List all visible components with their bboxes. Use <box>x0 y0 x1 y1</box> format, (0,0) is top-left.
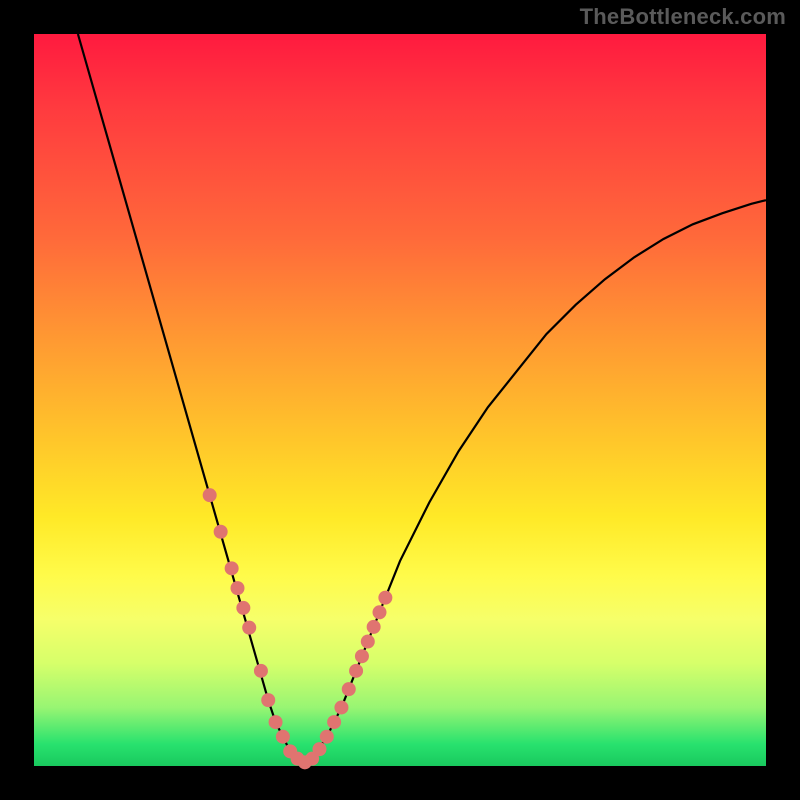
highlight-marker-group <box>203 488 393 769</box>
chart-svg <box>34 34 766 766</box>
highlight-marker <box>254 664 268 678</box>
highlight-marker <box>327 715 341 729</box>
highlight-marker <box>203 488 217 502</box>
highlight-marker <box>334 700 348 714</box>
highlight-marker <box>349 664 363 678</box>
highlight-marker <box>236 601 250 615</box>
highlight-marker <box>231 581 245 595</box>
highlight-marker <box>373 605 387 619</box>
highlight-marker <box>342 682 356 696</box>
highlight-marker <box>361 635 375 649</box>
watermark-text: TheBottleneck.com <box>580 4 786 30</box>
plot-area <box>34 34 766 766</box>
highlight-marker <box>378 591 392 605</box>
highlight-marker <box>276 730 290 744</box>
highlight-marker <box>261 693 275 707</box>
highlight-marker <box>312 742 326 756</box>
bottleneck-curve <box>78 34 766 762</box>
highlight-marker <box>355 649 369 663</box>
highlight-marker <box>225 561 239 575</box>
highlight-marker <box>214 525 228 539</box>
highlight-marker <box>242 621 256 635</box>
chart-container: TheBottleneck.com <box>0 0 800 800</box>
highlight-marker <box>320 730 334 744</box>
highlight-marker <box>367 620 381 634</box>
highlight-marker <box>269 715 283 729</box>
